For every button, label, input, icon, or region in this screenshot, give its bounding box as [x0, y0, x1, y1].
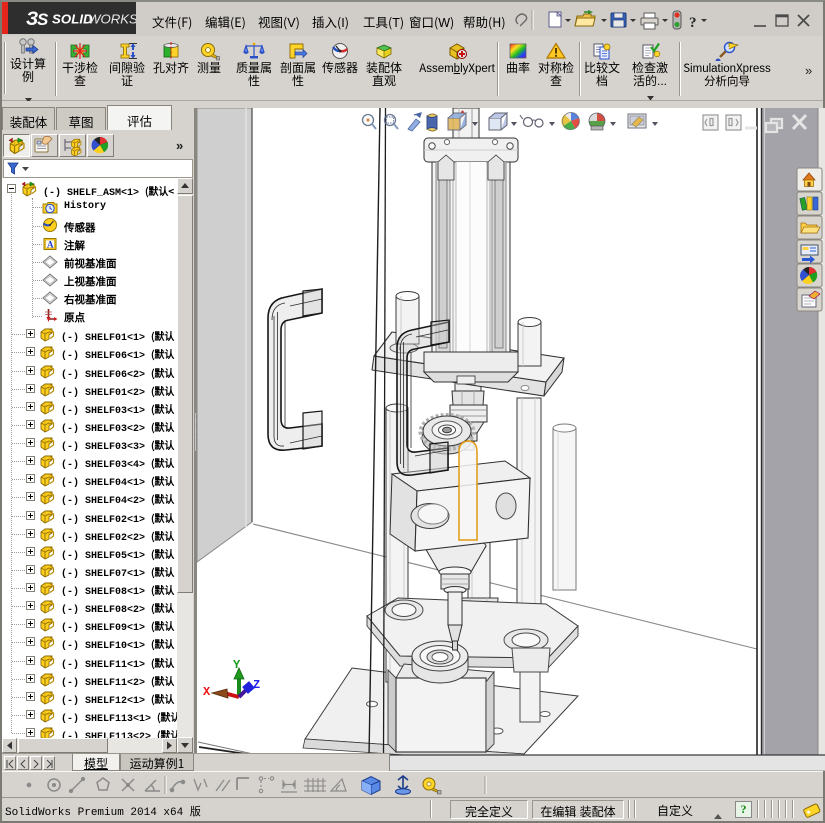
svg-text:?: ? — [689, 15, 697, 31]
svg-text:X: X — [203, 685, 211, 699]
svg-text:Z: Z — [253, 678, 260, 692]
svg-text:Y: Y — [233, 658, 241, 672]
